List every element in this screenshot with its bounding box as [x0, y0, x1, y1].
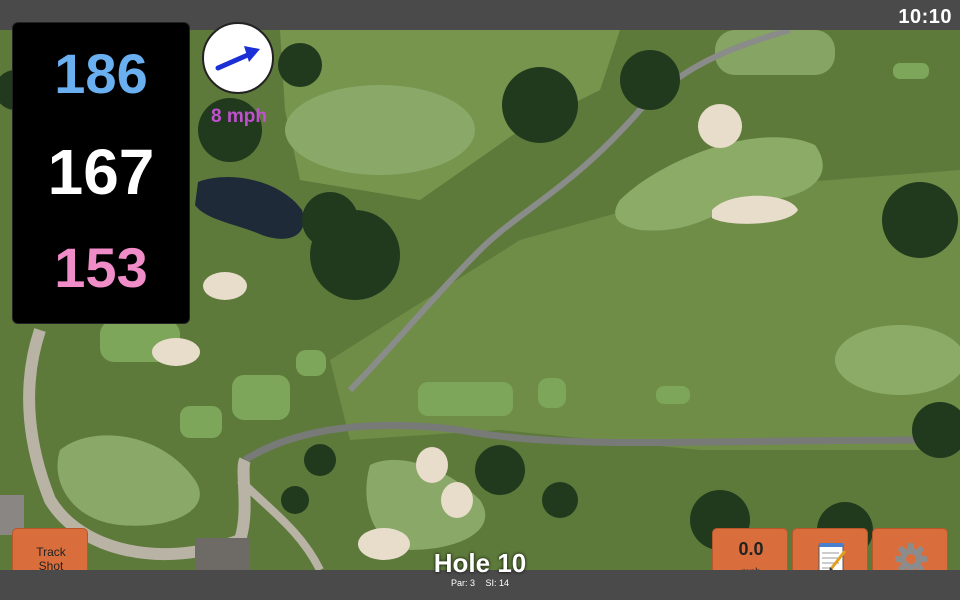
- wind-arrow-icon: [215, 46, 260, 71]
- distance-back: 186: [54, 42, 148, 105]
- hole-title: Hole 10: [433, 548, 527, 578]
- clock: 10:10: [898, 6, 952, 28]
- par-label: Par: 3: [450, 578, 475, 588]
- distance-front: 153: [54, 236, 148, 299]
- hole-info: Par: 3 SI: 14: [380, 578, 580, 588]
- si-label: SI: 14: [485, 578, 510, 588]
- distance-middle: 167: [47, 136, 155, 208]
- track-shot-label-line1: Track: [36, 545, 66, 559]
- speed-value: 0.0: [738, 539, 764, 559]
- distance-panel: 186 167 153: [12, 22, 190, 324]
- wind-indicator: [202, 22, 274, 94]
- wind-speed: 8 mph: [211, 106, 267, 127]
